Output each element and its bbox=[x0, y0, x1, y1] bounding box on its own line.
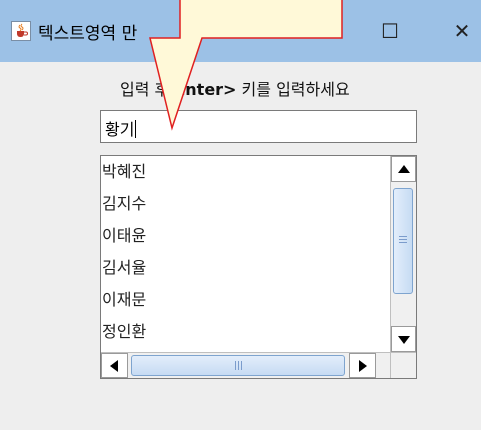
horizontal-scrollbar[interactable] bbox=[101, 352, 390, 378]
grip-line bbox=[399, 236, 407, 237]
vertical-scrollbar[interactable] bbox=[390, 156, 416, 352]
list-item[interactable]: 김서율 bbox=[101, 252, 391, 284]
grip-line bbox=[241, 361, 242, 370]
instruction-label: 입력 후 Enter> 키를 입력하세요 bbox=[120, 76, 350, 100]
arrow-down-icon bbox=[398, 336, 410, 344]
text-caret bbox=[135, 120, 137, 138]
list-item[interactable]: 김지수 bbox=[101, 188, 391, 220]
scroll-left-button[interactable] bbox=[101, 353, 128, 378]
instruction-text-after: 키를 입력하세요 bbox=[236, 80, 350, 99]
name-input[interactable]: 황기 bbox=[100, 110, 417, 143]
minimize-button[interactable]: — bbox=[280, 14, 320, 48]
arrow-up-icon bbox=[398, 165, 410, 173]
instruction-key: Enter> bbox=[174, 80, 237, 99]
vertical-scroll-thumb[interactable] bbox=[393, 188, 413, 294]
name-list[interactable]: 박혜진 김지수 이태윤 김서율 이재문 정인환 bbox=[101, 156, 391, 352]
window-title: 텍스트영역 만 bbox=[38, 24, 138, 44]
instruction-text-before: 입력 후 bbox=[120, 80, 175, 99]
maximize-button[interactable]: ☐ bbox=[370, 14, 410, 48]
arrow-left-icon bbox=[110, 360, 118, 372]
arrow-right-icon bbox=[359, 360, 367, 372]
name-input-value: 황기 bbox=[105, 120, 135, 139]
close-button[interactable]: ✕ bbox=[442, 14, 481, 48]
grip-line bbox=[235, 361, 236, 370]
horizontal-scroll-thumb[interactable] bbox=[131, 355, 345, 376]
list-item[interactable]: 박혜진 bbox=[101, 156, 391, 188]
scroll-down-button[interactable] bbox=[391, 326, 416, 352]
name-list-scrollpane[interactable]: 박혜진 김지수 이태윤 김서율 이재문 정인환 bbox=[100, 155, 417, 379]
java-cup-icon[interactable] bbox=[11, 21, 31, 41]
list-item[interactable]: 정인환 bbox=[101, 316, 391, 348]
grip-line bbox=[399, 239, 407, 240]
grip-line bbox=[399, 242, 407, 243]
list-item[interactable]: 이태윤 bbox=[101, 220, 391, 252]
list-item[interactable]: 이재문 bbox=[101, 284, 391, 316]
scroll-up-button[interactable] bbox=[391, 156, 416, 182]
scroll-right-button[interactable] bbox=[349, 353, 376, 378]
scrollbar-corner bbox=[390, 352, 416, 378]
title-bar[interactable]: 텍스트영역 만 — ☐ ✕ bbox=[0, 0, 481, 62]
grip-line bbox=[238, 361, 239, 370]
